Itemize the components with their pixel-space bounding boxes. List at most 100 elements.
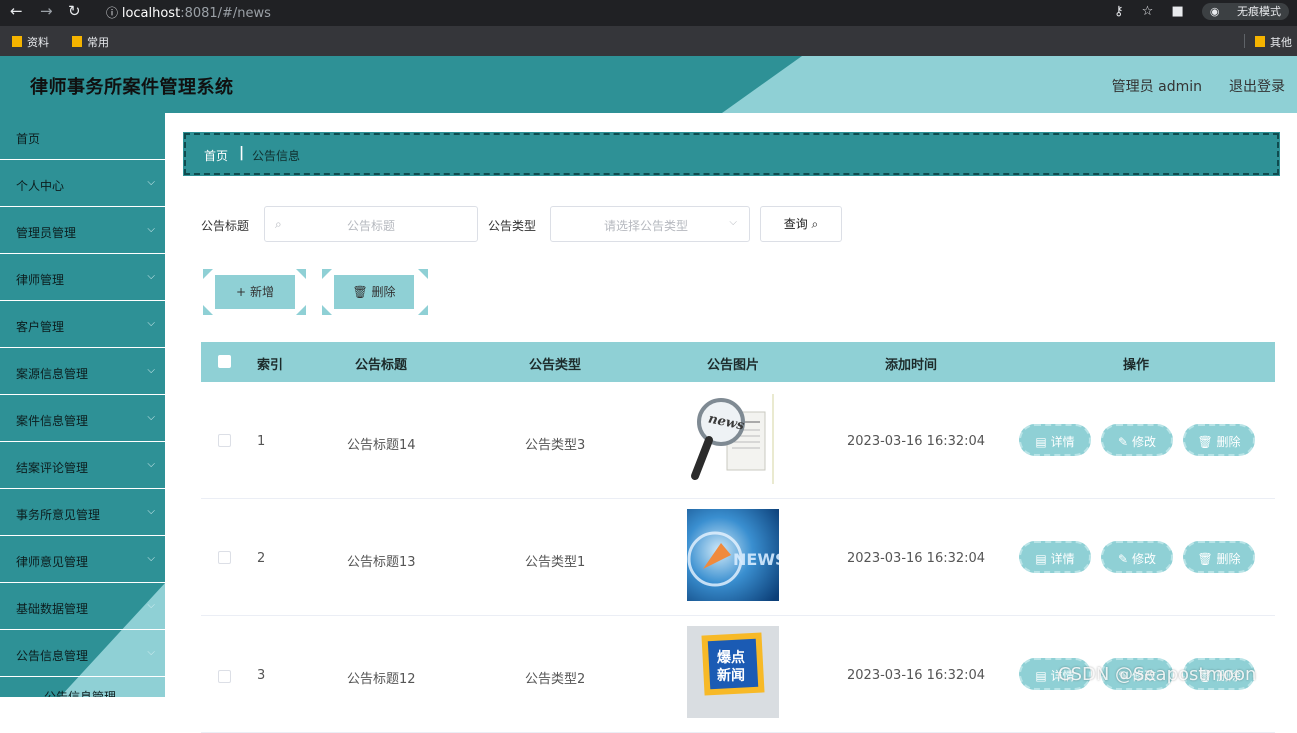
trash-icon: 🗑 bbox=[352, 285, 368, 299]
row-type: 公告类型1 bbox=[525, 555, 586, 570]
sidebar-item-label: 案源信息管理 bbox=[16, 367, 89, 381]
add-button[interactable]: + 新增 bbox=[215, 275, 295, 309]
row-index: 2 bbox=[257, 551, 266, 566]
delete-button[interactable]: 🗑 删除 bbox=[1183, 424, 1255, 456]
row-type: 公告类型2 bbox=[525, 672, 586, 687]
sidebar-item[interactable]: 公告信息管理 ⌵ bbox=[0, 630, 165, 677]
chevron-down-icon: ⌵ bbox=[147, 318, 155, 329]
star-icon[interactable]: ☆ bbox=[1142, 4, 1154, 19]
column-header-image: 公告图片 bbox=[707, 358, 760, 373]
bookmark-folder[interactable]: 资料 bbox=[12, 34, 49, 50]
sidebar-item[interactable]: 首页 bbox=[0, 113, 165, 160]
chevron-down-icon: ⌵ bbox=[147, 271, 155, 282]
browser-toolbar: ← → ↻ ⓘ localhost:8081/#/news ⚷ ☆ ■ ◉ 无痕… bbox=[0, 0, 1297, 26]
table-header: 索引 公告标题 公告类型 公告图片 添加时间 操作 bbox=[201, 342, 1275, 382]
sidebar-item[interactable]: 客户管理 ⌵ bbox=[0, 301, 165, 348]
breadcrumb: 首页 | 公告信息 bbox=[183, 132, 1280, 176]
sidebar-item[interactable]: 律师意见管理 ⌵ bbox=[0, 536, 165, 583]
sidebar-item[interactable]: 基础数据管理 ⌵ bbox=[0, 583, 165, 630]
address-bar[interactable]: ⓘ localhost:8081/#/news bbox=[98, 2, 1098, 24]
sidebar-item[interactable]: 律师管理 ⌵ bbox=[0, 254, 165, 301]
pencil-icon: ✎ bbox=[1118, 435, 1129, 449]
document-icon: ▤ bbox=[1035, 669, 1047, 683]
title-filter-label: 公告标题 bbox=[201, 219, 250, 233]
chevron-down-icon: ⌵ bbox=[147, 459, 155, 470]
sidebar-item[interactable]: 管理员管理 ⌵ bbox=[0, 207, 165, 254]
incognito-badge[interactable]: ◉ 无痕模式 bbox=[1201, 3, 1289, 20]
button-corner bbox=[296, 269, 306, 279]
header-decoration bbox=[722, 56, 1297, 113]
app-title: 律师事务所案件管理系统 bbox=[30, 77, 234, 98]
query-button[interactable]: 查询 ⌕ bbox=[760, 206, 842, 242]
breadcrumb-home[interactable]: 首页 bbox=[204, 147, 228, 164]
current-user: 管理员 admin bbox=[1111, 79, 1202, 95]
row-checkbox[interactable] bbox=[218, 670, 231, 683]
row-checkbox[interactable] bbox=[218, 434, 231, 447]
table-row: 1 公告标题14 公告类型3 news 2023-03-16 16:32:04 … bbox=[201, 382, 1275, 499]
sidebar-item-label: 律师意见管理 bbox=[16, 555, 89, 569]
chevron-down-icon: ⌵ bbox=[147, 553, 155, 564]
button-corner bbox=[203, 305, 213, 315]
row-index: 3 bbox=[257, 668, 266, 683]
type-filter-label: 公告类型 bbox=[488, 219, 537, 233]
delete-button[interactable]: 🗑 删除 bbox=[1183, 541, 1255, 573]
app-header: 律师事务所案件管理系统 管理员 admin 退出登录 bbox=[0, 56, 1297, 113]
row-type: 公告类型3 bbox=[525, 438, 586, 453]
tab-square-icon[interactable]: ■ bbox=[1171, 4, 1183, 19]
folder-icon bbox=[1255, 36, 1265, 47]
sidebar-item-label: 律师管理 bbox=[16, 273, 65, 287]
button-corner bbox=[418, 269, 428, 279]
sidebar-item[interactable]: 事务所意见管理 ⌵ bbox=[0, 489, 165, 536]
svg-text:新闻: 新闻 bbox=[717, 667, 745, 684]
sidebar-item[interactable]: 个人中心 ⌵ bbox=[0, 160, 165, 207]
chevron-down-icon: ⌵ bbox=[147, 365, 155, 376]
column-header-time: 添加时间 bbox=[885, 358, 938, 373]
news-magnifier-icon: news bbox=[687, 392, 779, 484]
sidebar-item[interactable]: 案源信息管理 ⌵ bbox=[0, 348, 165, 395]
breaking-news-icon: 爆点 新闻 bbox=[687, 626, 779, 718]
title-search-input[interactable]: ⌕ 公告标题 bbox=[264, 206, 478, 242]
document-icon: ▤ bbox=[1035, 552, 1047, 566]
bookmark-folder[interactable]: 常用 bbox=[72, 34, 109, 50]
sidebar-item[interactable]: 结案评论管理 ⌵ bbox=[0, 442, 165, 489]
sidebar: 首页 个人中心 ⌵ 管理员管理 ⌵ 律师管理 ⌵ 客户管理 ⌵ 案源信息管理 ⌵ 案件信息管理 ⌵ 结案评… bbox=[0, 113, 165, 697]
sidebar-item-label: 案件信息管理 bbox=[16, 414, 89, 428]
column-header-actions: 操作 bbox=[1123, 358, 1150, 373]
chevron-down-icon: ⌵ bbox=[147, 600, 155, 611]
type-select[interactable]: 请选择公告类型 ⌵ bbox=[550, 206, 750, 242]
sidebar-item-label: 个人中心 bbox=[16, 179, 65, 193]
news-globe-icon: NEWS bbox=[687, 509, 787, 601]
document-icon: ▤ bbox=[1035, 435, 1047, 449]
svg-text:爆点: 爆点 bbox=[717, 649, 745, 666]
detail-button[interactable]: ▤ 详情 bbox=[1019, 424, 1091, 456]
sidebar-item-label: 首页 bbox=[16, 132, 41, 146]
edit-button[interactable]: ✎ 修改 bbox=[1101, 424, 1173, 456]
logout-link[interactable]: 退出登录 bbox=[1229, 76, 1285, 96]
button-corner bbox=[296, 305, 306, 315]
key-icon[interactable]: ⚷ bbox=[1114, 4, 1124, 19]
bookmark-folder-other[interactable]: 其他 bbox=[1255, 34, 1292, 50]
row-title: 公告标题13 bbox=[347, 555, 416, 570]
button-corner bbox=[322, 269, 332, 279]
sidebar-item-label: 结案评论管理 bbox=[16, 461, 89, 475]
chevron-down-icon: ⌵ bbox=[147, 412, 155, 423]
button-corner bbox=[203, 269, 213, 279]
forward-icon[interactable]: → bbox=[40, 2, 53, 20]
detail-button[interactable]: ▤ 详情 bbox=[1019, 541, 1091, 573]
bulk-delete-button[interactable]: 🗑 删除 bbox=[334, 275, 414, 309]
sidebar-item[interactable]: 案件信息管理 ⌵ bbox=[0, 395, 165, 442]
chevron-down-icon: ⌵ bbox=[729, 217, 737, 228]
row-title: 公告标题14 bbox=[347, 438, 416, 453]
column-header-title: 公告标题 bbox=[355, 358, 408, 373]
row-checkbox[interactable] bbox=[218, 551, 231, 564]
breadcrumb-current: 公告信息 bbox=[252, 149, 301, 163]
reload-icon[interactable]: ↻ bbox=[68, 2, 81, 20]
info-icon[interactable]: ⓘ bbox=[106, 6, 122, 20]
back-icon[interactable]: ← bbox=[10, 2, 23, 20]
folder-icon bbox=[12, 36, 22, 47]
edit-button[interactable]: ✎ 修改 bbox=[1101, 541, 1173, 573]
chevron-down-icon: ⌵ bbox=[147, 647, 155, 658]
select-all-checkbox[interactable] bbox=[218, 355, 231, 368]
sidebar-subitem-news[interactable]: 公告信息管理 bbox=[44, 688, 116, 697]
svg-text:NEWS: NEWS bbox=[733, 550, 779, 569]
